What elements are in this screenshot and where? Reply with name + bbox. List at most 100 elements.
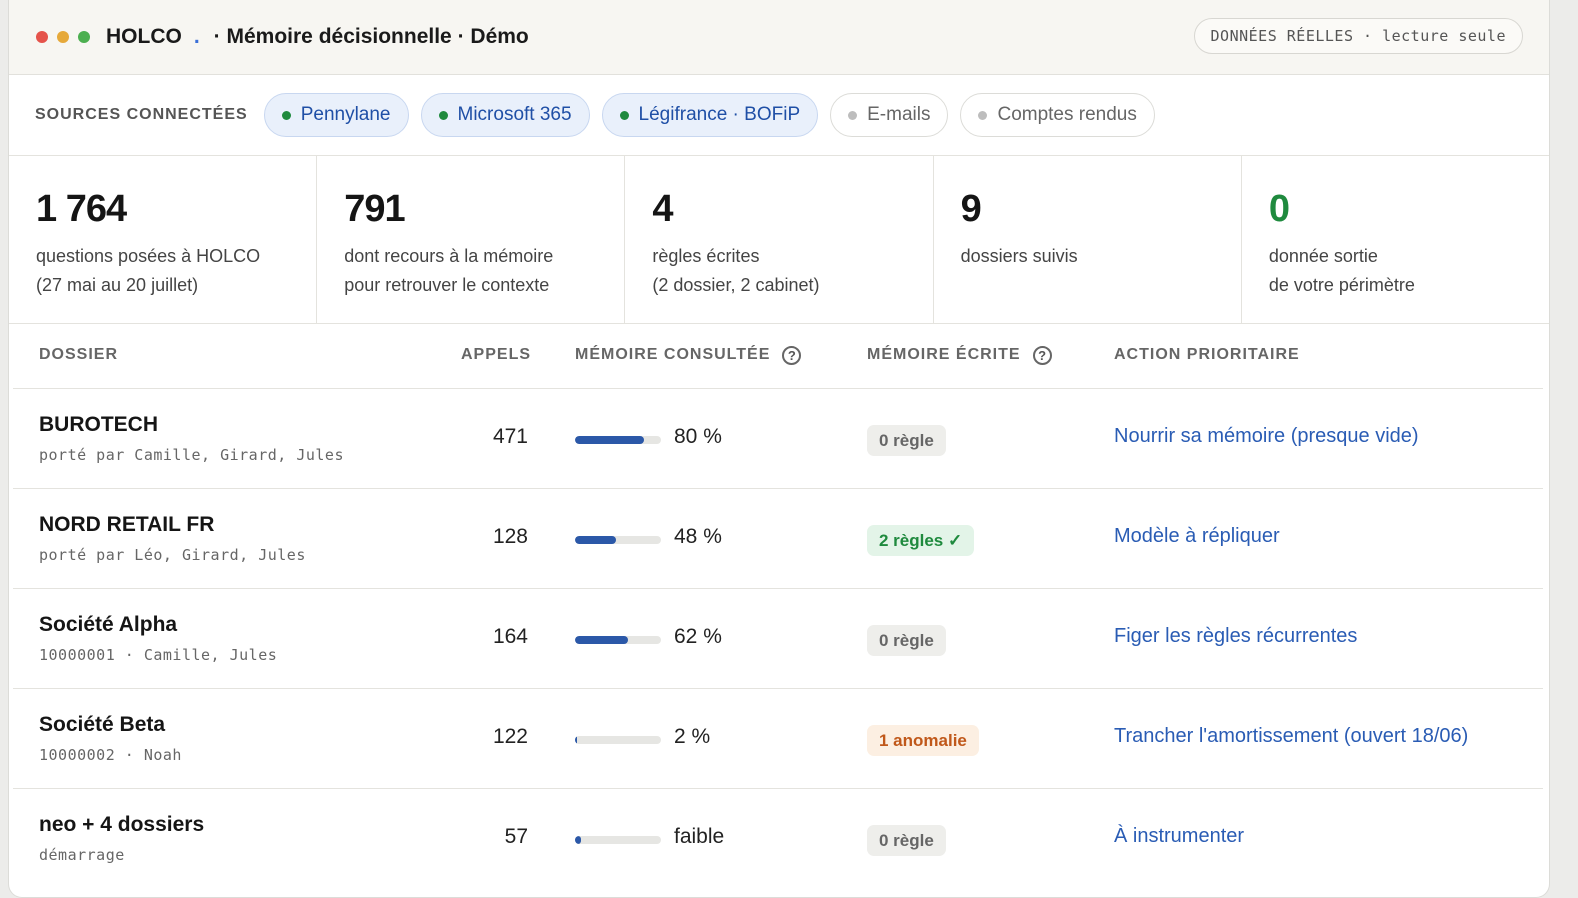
priority-action-link[interactable]: Figer les règles récurrentes [1114,625,1357,648]
sources-list: Pennylane Microsoft 365 Légifrance · BOFiP… [263,93,1167,137]
dossier-name[interactable]: NORD RETAIL FR [39,513,214,537]
minimize-window-dot[interactable] [57,31,69,43]
memory-consulted-value: faible [674,825,725,848]
memory-consulted-value: 62 % [674,625,722,648]
memory-consulted-fill [575,736,577,744]
memory-written-badge: 0 règle [867,825,946,856]
status-dot-icon [281,110,291,120]
source-pill[interactable]: Comptes rendus [960,93,1155,137]
memory-consulted-fill [575,836,582,844]
memory-written-badge: 1 anomalie [867,725,979,756]
stat-description: questions posées à HOLCO (27 mai au 20 ju… [36,242,316,300]
source-pill[interactable]: Pennylane [263,93,409,137]
stat-description: dont recours à la mémoire pour retrouver … [344,242,624,300]
app-window: HOLCO . · Mémoire décisionnelle · Démo D… [8,0,1550,898]
stat-description: donnée sortie de votre périmètre [1269,242,1549,300]
source-label: Pennylane [300,104,391,125]
stat-card: 791 dont recours à la mémoire pour retrouv… [317,156,626,323]
table-body: BUROTECH porté par Camille, Girard, Jules… [13,389,1543,888]
stat-card: 1 764 questions posées à HOLCO (27 mai au … [9,156,318,323]
col-header-appels[interactable]: APPELS [461,346,531,364]
memory-consulted-value: 80 % [674,425,722,448]
source-label: Légifrance · BOFiP [638,104,801,125]
source-pill[interactable]: E-mails [830,93,949,137]
source-label: E-mails [867,104,931,125]
stat-value: 1 764 [36,188,127,230]
memory-consulted-bar [575,536,661,544]
stat-line-1: règles écrites [652,246,760,266]
status-dot-icon [848,110,858,120]
source-pill[interactable]: Légifrance · BOFiP [601,93,819,137]
dossiers-table: DOSSIER APPELS MÉMOIRE CONSULTÉE ? MÉMOI… [13,322,1543,888]
col-header-memoire-consultee-label: MÉMOIRE CONSULTÉE [575,346,771,363]
memory-written-badge: 2 règles ✓ [867,525,975,556]
calls-count: 57 [504,825,528,848]
memory-consulted-value: 2 % [674,725,711,748]
stat-value: 9 [960,188,982,230]
app-title: HOLCO . · Mémoire décisionnelle · Démo [106,25,529,49]
stat-line-2: pour retrouver le contexte [344,275,550,295]
source-pill[interactable]: Microsoft 365 [420,93,590,137]
stat-description: dossiers suivis [961,242,1241,271]
brand-name: HOLCO [106,25,182,48]
priority-action-link[interactable]: Trancher l'amortissement (ouvert 18/06) [1114,725,1468,748]
dossier-name[interactable]: Société Beta [39,713,165,737]
dossier-name[interactable]: BUROTECH [39,413,158,437]
stat-line-2: de votre périmètre [1268,275,1415,295]
priority-action-link[interactable]: À instrumenter [1114,825,1244,848]
dossier-owners: 10000002 · Noah [39,746,182,764]
memory-consulted-bar [575,736,661,744]
source-label: Comptes rendus [997,104,1137,125]
stat-value: 0 [1268,188,1290,230]
dossier-name[interactable]: neo + 4 dossiers [39,813,204,837]
calls-count: 471 [492,425,528,448]
priority-action-link[interactable]: Nourrir sa mémoire (presque vide) [1114,425,1419,448]
maximize-window-dot[interactable] [78,31,90,43]
status-dot-icon [978,110,988,120]
priority-action-link[interactable]: Modèle à répliquer [1114,525,1280,548]
data-mode-badge: DONNÉES RÉELLES · lecture seule [1193,18,1523,54]
sources-label: SOURCES CONNECTÉES [35,106,248,123]
stat-line-2: (2 dossier, 2 cabinet) [652,275,820,295]
table-row[interactable]: Société Beta 10000002 · Noah 122 2 % 1 anoma… [13,689,1543,789]
col-header-action: ACTION PRIORITAIRE [1114,346,1300,363]
table-row[interactable]: Société Alpha 10000001 · Camille, Jules 16… [13,589,1543,689]
memory-consulted-fill [575,436,644,444]
col-header-dossier[interactable]: DOSSIER [39,346,118,364]
stat-line-1: donnée sortie [1268,246,1378,266]
dossier-owners: porté par Camille, Girard, Jules [39,446,344,464]
col-header-memoire-consultee[interactable]: MÉMOIRE CONSULTÉE ? [575,345,802,365]
close-window-dot[interactable] [36,31,48,43]
title-bar: HOLCO . · Mémoire décisionnelle · Démo D… [9,0,1549,75]
table-row[interactable]: BUROTECH porté par Camille, Girard, Jules… [13,389,1543,489]
stat-line-1: questions posées à HOLCO [36,246,261,266]
memory-consulted-bar [575,436,661,444]
source-label: Microsoft 365 [457,104,572,125]
col-header-memoire-ecrite[interactable]: MÉMOIRE ÉCRITE ? [867,345,1052,365]
brand-separator: . [193,25,200,48]
stat-card: 0 donnée sortie de votre périmètre [1242,156,1549,323]
memory-consulted-fill [575,636,629,644]
stat-line-2: (27 mai au 20 juillet) [36,275,199,295]
memory-consulted-value: 48 % [674,525,722,548]
status-dot-icon [619,110,629,120]
dossier-owners: 10000001 · Camille, Jules [39,646,278,664]
memory-written-badge: 0 règle [867,425,946,456]
stat-card: 9 dossiers suivis [934,156,1242,323]
stat-line-1: dossiers suivis [960,246,1078,266]
table-row[interactable]: neo + 4 dossiers démarrage 57 faible 0 règle… [13,789,1543,888]
dossier-name[interactable]: Société Alpha [39,613,177,637]
app-subtitle: · Mémoire décisionnelle · Démo [213,25,529,48]
status-dot-icon [438,110,448,120]
calls-count: 128 [492,525,528,548]
table-header: DOSSIER APPELS MÉMOIRE CONSULTÉE ? MÉMOI… [13,322,1543,389]
help-icon[interactable]: ? [782,345,802,365]
table-row[interactable]: NORD RETAIL FR porté par Léo, Girard, Jul… [13,489,1543,589]
stat-description: règles écrites (2 dossier, 2 cabinet) [652,242,932,300]
calls-count: 122 [492,725,528,748]
help-icon[interactable]: ? [1032,345,1052,365]
stat-line-1: dont recours à la mémoire [344,246,554,266]
dossier-owners: démarrage [39,846,125,864]
stat-value: 4 [652,188,673,230]
memory-written-badge: 0 règle [867,625,946,656]
